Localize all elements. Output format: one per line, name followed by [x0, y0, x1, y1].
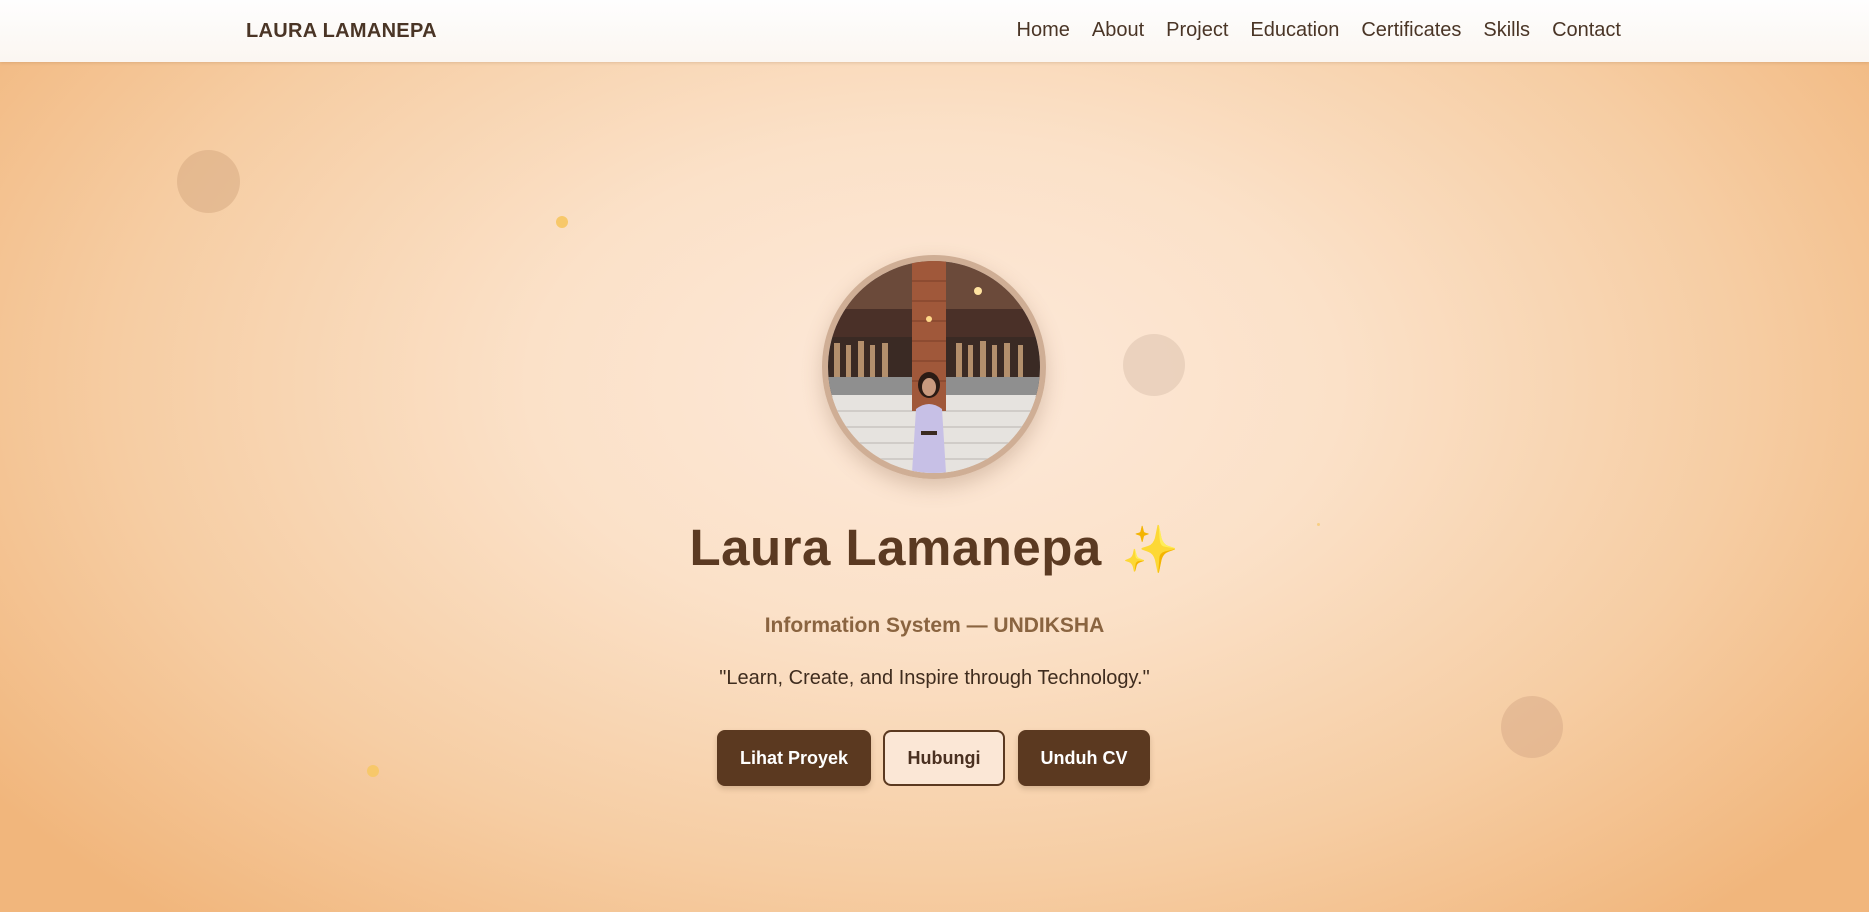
nav-menu: Home About Project Education Certificate… [1017, 19, 1621, 42]
view-projects-button[interactable]: Lihat Proyek [717, 730, 871, 786]
nav-item-contact: Contact [1552, 19, 1621, 42]
hero-quote: "Learn, Create, and Inspire through Tech… [719, 667, 1150, 689]
profile-photo-image [828, 261, 1040, 473]
top-navbar: LAURA LAMANEPA Home About Project Educat… [0, 0, 1869, 62]
nav-link-project[interactable]: Project [1166, 19, 1228, 41]
nav-item-about: About [1092, 19, 1144, 42]
decorative-dot [556, 216, 568, 228]
site-logo[interactable]: LAURA LAMANEPA [246, 20, 437, 43]
nav-item-home: Home [1017, 19, 1070, 42]
sparkles-icon: ✨ [1121, 523, 1180, 575]
contact-button[interactable]: Hubungi [883, 730, 1005, 786]
hero-name-text: Laura Lamanepa [689, 519, 1102, 576]
decorative-circle [177, 150, 240, 213]
nav-link-about[interactable]: About [1092, 19, 1144, 41]
download-cv-button[interactable]: Unduh CV [1018, 730, 1150, 786]
nav-item-project: Project [1166, 19, 1228, 42]
nav-link-contact[interactable]: Contact [1552, 19, 1621, 41]
nav-link-skills[interactable]: Skills [1483, 19, 1530, 41]
decorative-circle [1123, 334, 1185, 396]
profile-photo [822, 255, 1046, 479]
decorative-circle [1501, 696, 1563, 758]
hero-name: Laura Lamanepa ✨ [0, 518, 1869, 577]
hero-subtitle: Information System — UNDIKSHA [764, 614, 1105, 637]
nav-link-home[interactable]: Home [1017, 19, 1070, 41]
nav-link-certificates[interactable]: Certificates [1361, 19, 1461, 41]
nav-item-education: Education [1250, 19, 1339, 42]
decorative-dot [367, 765, 379, 777]
nav-link-education[interactable]: Education [1250, 19, 1339, 41]
nav-item-skills: Skills [1483, 19, 1530, 42]
nav-item-certificates: Certificates [1361, 19, 1461, 42]
